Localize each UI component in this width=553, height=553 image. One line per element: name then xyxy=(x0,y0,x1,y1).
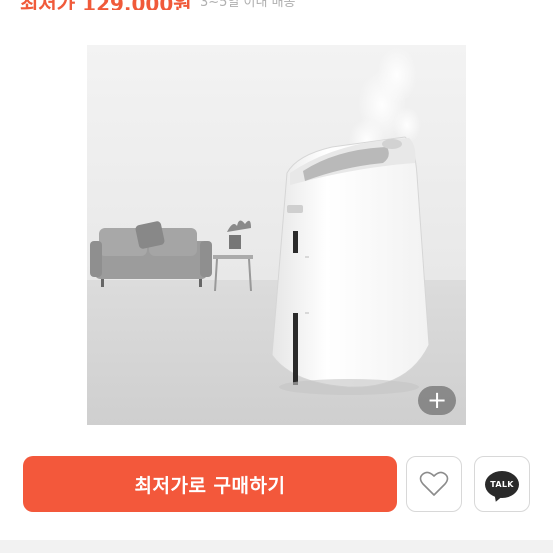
zoom-button[interactable]: + xyxy=(418,386,456,415)
product-image[interactable]: + xyxy=(87,45,466,425)
talk-icon: TALK xyxy=(485,470,519,498)
bottom-divider xyxy=(0,540,553,553)
buy-lowest-price-button[interactable]: 최저가로 구매하기 xyxy=(23,456,397,512)
price-header: 최저가 129,000원 3~5일 이내 배송 xyxy=(0,0,553,10)
wishlist-button[interactable] xyxy=(406,456,462,512)
shipping-info: 3~5일 이내 배송 xyxy=(200,0,296,10)
heart-icon xyxy=(419,471,449,496)
talk-label: TALK xyxy=(490,479,514,489)
plus-icon: + xyxy=(426,386,448,414)
humidifier-photo xyxy=(87,45,466,425)
price-text: 최저가 129,000원 xyxy=(20,0,192,10)
talk-button[interactable]: TALK xyxy=(474,456,530,512)
